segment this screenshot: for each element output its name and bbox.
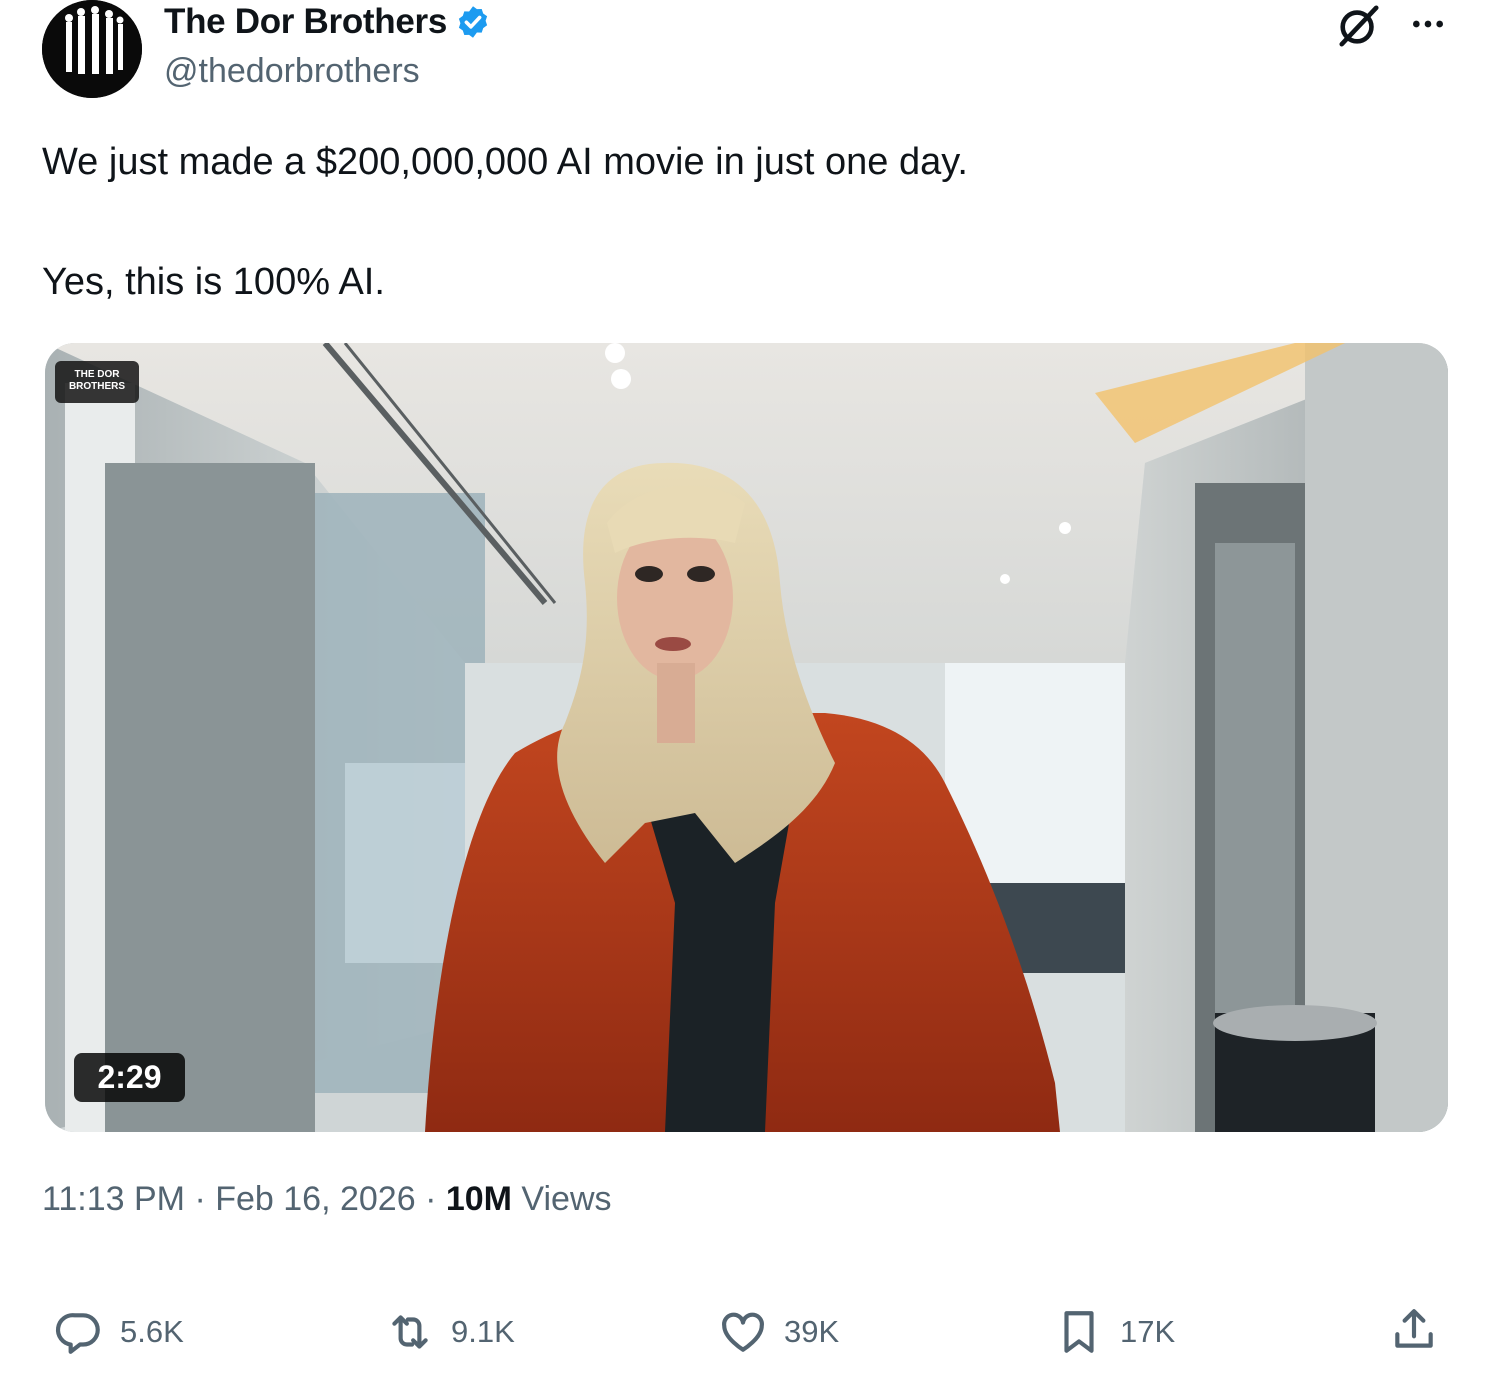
bookmark-button[interactable]: 17K (1054, 1307, 1175, 1357)
video-duration-badge: 2:29 (74, 1053, 185, 1102)
reply-button[interactable]: 5.6K (54, 1307, 184, 1357)
share-icon (1395, 1309, 1433, 1348)
repost-icon (392, 1315, 428, 1349)
author-display-name[interactable]: The Dor Brothers (164, 2, 447, 42)
avatar-logo (42, 0, 142, 98)
video-watermark: THE DOR BROTHERS (55, 361, 139, 403)
bookmark-icon (1064, 1311, 1094, 1353)
author-handle[interactable]: @thedorbrothers (164, 52, 420, 91)
watermark-line-2: BROTHERS (68, 381, 126, 392)
bookmark-count: 17K (1120, 1314, 1176, 1349)
like-icon (722, 1312, 764, 1352)
tweet-text-line-2: Yes, this is 100% AI. (42, 261, 385, 303)
views-count: 10M (445, 1180, 512, 1218)
watermark-line-1: THE DOR (74, 369, 120, 380)
tweet-text-line-1: We just made a $200,000,000 AI movie in … (42, 141, 968, 183)
more-icon[interactable] (1406, 4, 1450, 44)
like-count: 39K (784, 1314, 840, 1349)
video-thumbnail (45, 343, 1448, 1132)
meta-separator-1: · (185, 1180, 216, 1218)
action-bar: 5.6K 9.1K 39K 17K (0, 1305, 1500, 1365)
tweet-date[interactable]: Feb 16, 2026 (215, 1180, 415, 1219)
share-button[interactable] (1389, 1305, 1439, 1355)
like-button[interactable]: 39K (718, 1307, 839, 1357)
avatar[interactable] (42, 0, 142, 98)
video-player[interactable]: THE DOR BROTHERS 2:29 (45, 343, 1448, 1132)
author-name-row[interactable]: The Dor Brothers (164, 2, 491, 42)
views-label: Views (511, 1180, 612, 1218)
meta-separator-2: · (415, 1180, 446, 1218)
verified-badge-icon (458, 6, 488, 38)
tweet-time[interactable]: 11:13 PM (42, 1180, 185, 1219)
reply-count: 5.6K (120, 1314, 184, 1349)
tweet-metadata: 11:13 PM · Feb 16, 2026 · 10M Views (42, 1180, 612, 1219)
repost-count: 9.1K (451, 1314, 515, 1349)
grok-icon[interactable] (1336, 2, 1382, 48)
reply-icon (55, 1313, 100, 1354)
repost-button[interactable]: 9.1K (385, 1307, 515, 1357)
